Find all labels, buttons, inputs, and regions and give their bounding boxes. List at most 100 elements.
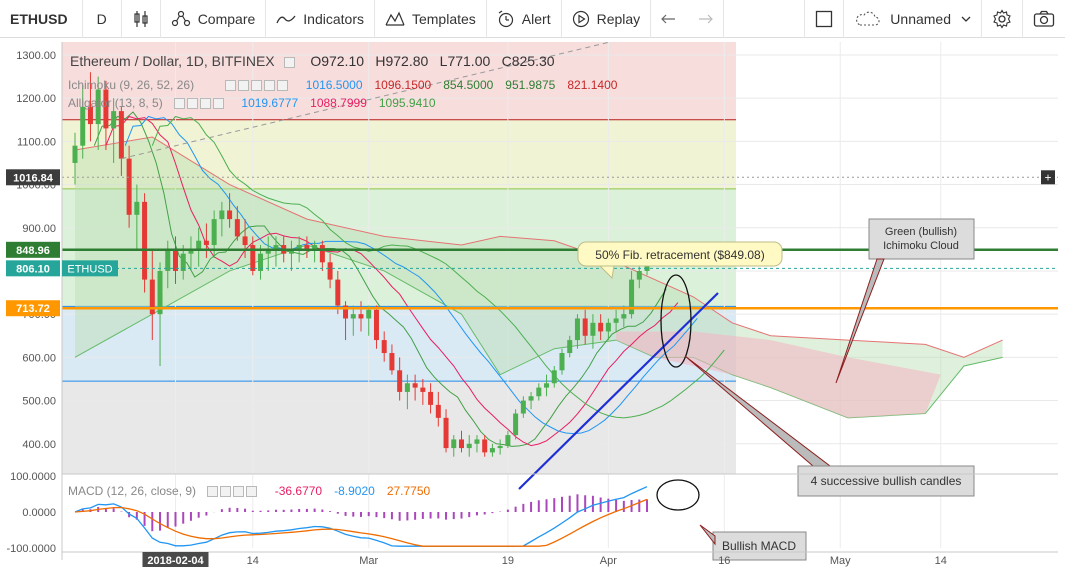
compare-button[interactable]: Compare [161, 0, 267, 38]
candle-body [451, 439, 457, 449]
legend-menu-icon[interactable] [283, 57, 295, 69]
square-icon [816, 10, 833, 27]
gear-icon[interactable] [187, 98, 199, 110]
price-tick-label: 600.00 [22, 352, 56, 364]
candle-body [227, 210, 233, 220]
candle-body [466, 443, 472, 449]
candle-body [412, 383, 418, 388]
time-tick-label: 14 [247, 555, 259, 567]
plus-icon[interactable] [264, 80, 276, 92]
snapshot-button[interactable] [1023, 0, 1065, 38]
compare-icon [171, 10, 190, 26]
legend-value: 1019.6777 [241, 96, 299, 110]
macd-values: -36.6770 -8.9020 27.7750 [263, 484, 430, 498]
close-icon[interactable] [213, 98, 225, 110]
replay-button[interactable]: Replay [562, 0, 652, 38]
hide-icon[interactable] [251, 80, 263, 92]
cloud-callout-text: Ichimoku Cloud [883, 240, 959, 252]
candle-body [482, 439, 488, 453]
legend-value: -8.9020 [334, 484, 375, 498]
indicators-label: Indicators [303, 10, 364, 27]
legend-value: -36.6770 [274, 484, 323, 498]
undo-icon [661, 14, 676, 23]
eye-icon[interactable] [207, 486, 219, 498]
gear-icon[interactable] [238, 80, 250, 92]
ichimoku-values: 1016.5000 1096.1500 854.5000 951.9875 821.14… [294, 78, 618, 92]
symbol-label: ETHUSD [10, 10, 68, 27]
symbol-tag-text: ETHUSD [67, 263, 112, 275]
candle-body [327, 262, 333, 280]
alert-label: Alert [521, 10, 551, 27]
time-tick-label: Apr [600, 555, 617, 567]
alarm-clock-icon [498, 10, 513, 27]
candle-body [544, 383, 550, 388]
candle-body [358, 314, 364, 319]
macd-controls[interactable] [207, 484, 262, 498]
fullscreen-button[interactable] [804, 0, 845, 38]
alligator-controls[interactable] [174, 96, 229, 110]
candle-body [582, 318, 588, 336]
candle-body [242, 236, 248, 246]
alert-button[interactable]: Alert [487, 0, 562, 38]
time-tick-label: 19 [502, 555, 514, 567]
candle-body [590, 322, 596, 336]
redo-button[interactable] [687, 0, 725, 38]
candle-body [118, 111, 124, 159]
ichimoku-controls[interactable] [225, 78, 293, 92]
plus-icon[interactable] [200, 98, 212, 110]
time-tick-label: Mar [359, 555, 378, 567]
macd-label: MACD (12, 26, close, 9) [68, 484, 197, 498]
price-tick-label: 1100.00 [17, 136, 56, 148]
macd-ellipse [656, 479, 700, 511]
settings-button[interactable] [982, 0, 1023, 38]
alligator-label: Alligator (13, 8, 5) [68, 96, 163, 110]
candle-body [621, 314, 627, 319]
gear-icon[interactable] [220, 486, 232, 498]
candle-body [551, 370, 557, 384]
symbol-search[interactable]: ETHUSD [0, 0, 83, 38]
indicators-button[interactable]: Indicators [266, 0, 375, 38]
candle-body [505, 435, 511, 446]
close-icon[interactable] [246, 486, 258, 498]
candle-body [567, 340, 573, 354]
time-tick-label: 2018-02-04 [147, 555, 204, 567]
candle-body [536, 387, 542, 397]
layout-menu[interactable]: Unnamed [844, 0, 982, 38]
legend-value: 1095.9410 [378, 96, 436, 110]
candle-body [605, 322, 611, 332]
indicators-icon [276, 15, 296, 23]
legend-value: 27.7750 [386, 484, 431, 498]
time-tick-label: May [830, 555, 851, 567]
gear-icon [993, 8, 1011, 29]
candle-body [528, 396, 534, 401]
replay-icon [572, 10, 589, 27]
chart-area[interactable]: 50% Fib. retracement ($849.08) Green (bul… [0, 38, 1065, 571]
close-icon[interactable] [277, 80, 289, 92]
top-toolbar: ETHUSD D Compare Indicators Templates Al… [0, 0, 1065, 38]
time-tick-label: 14 [935, 555, 947, 567]
templates-button[interactable]: Templates [375, 0, 487, 38]
undo-button[interactable] [651, 0, 687, 38]
ichimoku-label: Ichimoku (9, 26, 52, 26) [68, 78, 195, 92]
legend-open: O972.10 [310, 53, 365, 69]
plus-icon[interactable] [233, 486, 245, 498]
candle-body [196, 240, 202, 250]
candle-body [211, 219, 217, 246]
redo-icon [699, 14, 714, 23]
candle-body [165, 249, 171, 271]
chart-type-button[interactable] [122, 0, 161, 38]
eye-icon[interactable] [174, 98, 186, 110]
candle-body [373, 309, 379, 341]
candles-icon [134, 10, 148, 27]
candle-body [497, 445, 503, 449]
layout-name: Unnamed [890, 10, 951, 27]
candle-body [613, 318, 619, 323]
candle-body [489, 448, 495, 453]
candle-body [72, 145, 78, 163]
eye-icon[interactable] [225, 80, 237, 92]
interval-button[interactable]: D [83, 0, 122, 38]
macd-callout-pointer [699, 524, 716, 546]
price-label-text: 806.10 [16, 263, 50, 275]
candle-body [420, 387, 426, 392]
candle-body [520, 400, 526, 414]
